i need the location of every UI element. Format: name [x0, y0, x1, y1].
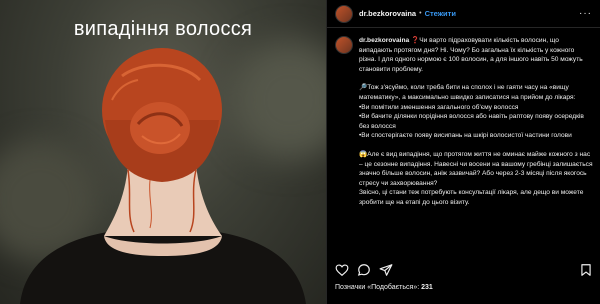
likes-label: Позначки «Подобається»: [335, 284, 420, 291]
caption-text: dr.bezkorovaina ❓Чи варто підраховувати … [359, 36, 593, 256]
header-username[interactable]: dr.bezkorovaina [359, 9, 416, 18]
post-photo[interactable]: випадіння волосся [0, 0, 326, 304]
follow-button[interactable]: Стежити [425, 9, 456, 18]
caption-area: dr.bezkorovaina ❓Чи варто підраховувати … [327, 28, 600, 256]
avatar[interactable] [335, 36, 353, 54]
post-header: dr.bezkorovaina • Стежити ··· [327, 0, 600, 28]
share-icon[interactable] [379, 263, 393, 277]
separator-dot: • [419, 10, 422, 17]
likes-summary[interactable]: Позначки «Подобається»: 231 [335, 284, 433, 291]
action-bar [335, 262, 593, 278]
more-options-icon[interactable]: ··· [579, 8, 592, 19]
caption-username[interactable]: dr.bezkorovaina [359, 37, 409, 44]
comment-icon[interactable] [357, 263, 371, 277]
instagram-post: випадіння волосся dr.bezkorovaina • Стеж… [0, 0, 600, 304]
caption-paragraph: 😱Але є вид випадіння, що протягом життя … [359, 150, 593, 206]
woman-figure-illustration [20, 48, 306, 304]
bookmark-icon[interactable] [579, 263, 593, 277]
caption-paragraph: dr.bezkorovaina ❓Чи варто підраховувати … [359, 36, 593, 74]
photo-caption: випадіння волосся [73, 18, 253, 40]
avatar[interactable] [335, 4, 353, 23]
caption-paragraph: 🔎Тож з'ясуймо, коли треба бити на сполох… [359, 84, 584, 140]
post-side-panel: dr.bezkorovaina • Стежити ··· dr.bezkoro… [326, 0, 600, 304]
likes-count: 231 [421, 284, 433, 291]
heart-icon[interactable] [335, 263, 349, 277]
